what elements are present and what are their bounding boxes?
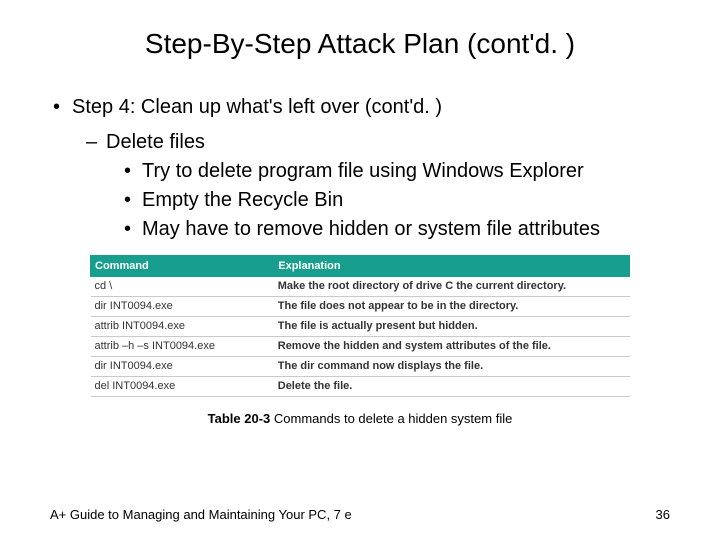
cell-explanation: Make the root directory of drive C the c… [274,277,630,297]
cell-explanation: Remove the hidden and system attributes … [274,337,630,357]
table-row: dir INT0094.exe The file does not appear… [91,297,630,317]
cell-command: dir INT0094.exe [91,357,274,377]
bullet-level1: Step 4: Clean up what's left over (cont'… [50,94,670,121]
cell-command: attrib –h –s INT0094.exe [91,337,274,357]
commands-table-wrap: Command Explanation cd \ Make the root d… [90,255,630,426]
table-row: cd \ Make the root directory of drive C … [91,277,630,297]
table-row: del INT0094.exe Delete the file. [91,377,630,397]
table-row: dir INT0094.exe The dir command now disp… [91,357,630,377]
cell-command: del INT0094.exe [91,377,274,397]
page-number: 36 [656,507,670,522]
cell-command: cd \ [91,277,274,297]
content-body: Step 4: Clean up what's left over (cont'… [50,94,670,243]
bullet-level3: May have to remove hidden or system file… [50,216,670,243]
table-caption: Table 20-3 Commands to delete a hidden s… [90,411,630,426]
slide-footer: A+ Guide to Managing and Maintaining You… [50,507,670,522]
table-row: attrib –h –s INT0094.exe Remove the hidd… [91,337,630,357]
slide-title: Step-By-Step Attack Plan (cont'd. ) [50,28,670,60]
cell-explanation: The file is actually present but hidden. [274,317,630,337]
footer-left: A+ Guide to Managing and Maintaining You… [50,507,352,522]
slide: Step-By-Step Attack Plan (cont'd. ) Step… [0,0,720,540]
col-command: Command [91,256,274,277]
table-row: attrib INT0094.exe The file is actually … [91,317,630,337]
cell-explanation: The file does not appear to be in the di… [274,297,630,317]
bullet-level3: Empty the Recycle Bin [50,187,670,214]
caption-prefix: Table 20-3 [208,411,274,426]
caption-text: Commands to delete a hidden system file [274,411,512,426]
bullet-level3: Try to delete program file using Windows… [50,158,670,185]
cell-explanation: The dir command now displays the file. [274,357,630,377]
cell-command: dir INT0094.exe [91,297,274,317]
table-header-row: Command Explanation [91,256,630,277]
col-explanation: Explanation [274,256,630,277]
cell-command: attrib INT0094.exe [91,317,274,337]
bullet-level2: Delete files [50,129,670,156]
commands-table: Command Explanation cd \ Make the root d… [90,255,630,397]
cell-explanation: Delete the file. [274,377,630,397]
